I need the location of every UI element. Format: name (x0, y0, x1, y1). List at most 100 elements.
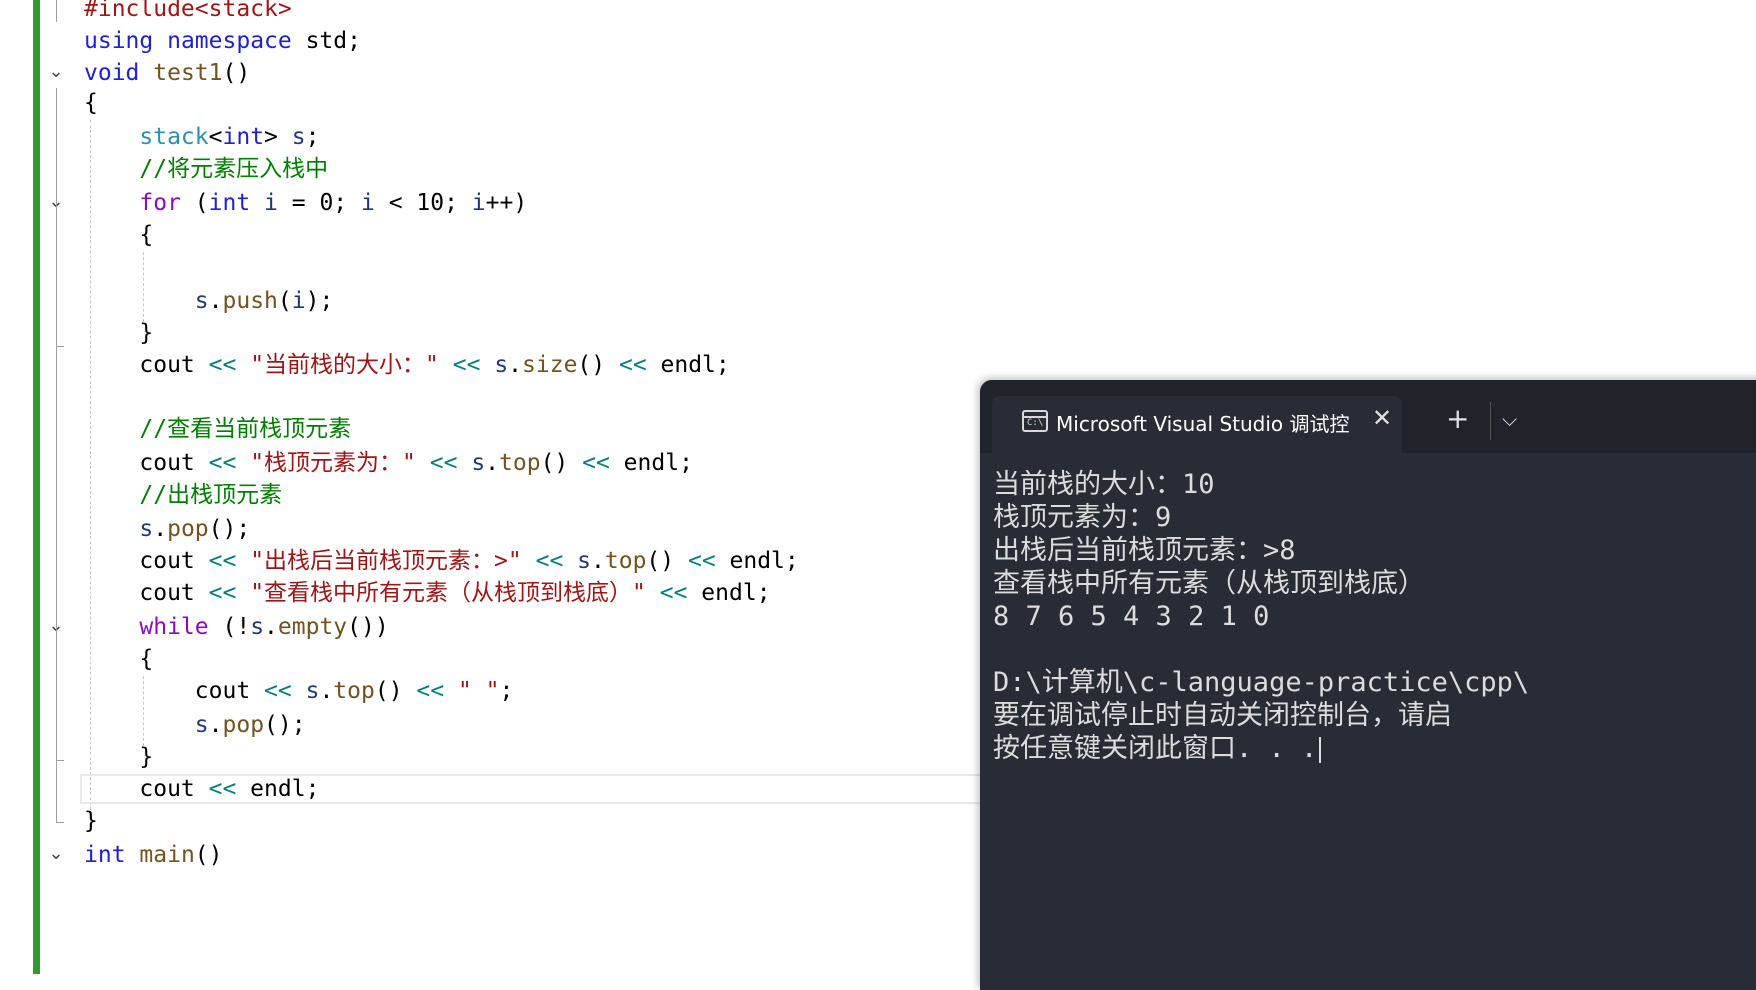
code-token: " " (457, 678, 500, 704)
code-token: . (319, 678, 334, 704)
code-line[interactable]: s.push(i); (84, 286, 334, 316)
code-token: << (618, 352, 647, 378)
code-token: //出栈顶元素 (139, 482, 283, 508)
code-token: s (194, 712, 209, 738)
code-token: size (522, 352, 578, 378)
code-line[interactable]: cout << "当前栈的大小：" << s.size() << endl; (84, 350, 729, 380)
code-token: << (208, 776, 237, 802)
code-token: endl; (687, 580, 771, 606)
code-token: while (139, 614, 209, 640)
code-line[interactable]: s.pop(); (84, 514, 250, 544)
fold-tick (56, 760, 64, 761)
fold-line (56, 0, 57, 22)
chevron-down-icon[interactable]: ⌵ (1502, 404, 1517, 434)
code-line[interactable]: cout << "栈顶元素为：" << s.top() << endl; (84, 448, 693, 478)
close-icon[interactable]: ✕ (1372, 404, 1392, 432)
code-line[interactable]: for (int i = 0; i < 10; i++) (84, 188, 527, 218)
code-token: . (264, 614, 278, 640)
code-token: s (494, 352, 509, 378)
code-token: . (508, 352, 523, 378)
code-line[interactable]: cout << s.top() << " "; (84, 676, 514, 706)
code-token: () (222, 60, 251, 86)
code-token: { (84, 222, 154, 248)
code-line[interactable]: while (!s.empty()) (84, 612, 389, 642)
code-line[interactable]: { (84, 644, 153, 674)
code-token: . (485, 450, 500, 476)
code-line[interactable]: { (84, 220, 153, 250)
code-token: s (139, 516, 154, 542)
code-token: cout (84, 776, 209, 802)
change-tracking-bar (33, 0, 40, 974)
console-icon: C:\ (1022, 410, 1048, 432)
code-token: top (333, 678, 375, 704)
code-line[interactable]: #include<stack> (84, 0, 292, 24)
code-line[interactable]: cout << "出栈后当前栈顶元素：>" << s.top() << endl… (84, 546, 798, 576)
code-token: #include<stack> (84, 0, 292, 22)
code-line[interactable]: int main() (84, 840, 223, 870)
code-token: < 10; (374, 190, 472, 216)
code-token: > (264, 124, 292, 150)
code-token: ++) (485, 190, 528, 216)
code-token: main (139, 842, 195, 868)
code-line[interactable]: stack<int> s; (84, 122, 319, 152)
code-line[interactable]: using namespace std; (84, 26, 361, 56)
terminal-line: 8 7 6 5 4 3 2 1 0 (993, 601, 1270, 632)
fold-line (56, 88, 57, 822)
code-token: () (540, 450, 583, 476)
code-token: pop (222, 712, 265, 738)
terminal-line: 要在调试停止时自动关闭控制台，请启 (993, 700, 1452, 731)
code-token: ()) (347, 614, 389, 640)
code-token: cout (84, 580, 209, 606)
code-line[interactable]: { (84, 88, 98, 118)
terminal-output[interactable]: 当前栈的大小：10 栈顶元素为：9 出栈后当前栈顶元素：>8 查看栈中所有元素（… (993, 468, 1529, 765)
code-token: for (139, 190, 181, 216)
code-token: test1 (153, 60, 223, 86)
code-token: cout (84, 352, 209, 378)
code-token: ( (180, 190, 209, 216)
text-cursor (1319, 736, 1322, 763)
code-token: s (250, 614, 265, 640)
code-token: "当前栈的大小：" (250, 352, 439, 378)
code-line[interactable]: } (84, 806, 98, 836)
code-line[interactable]: void test1() (84, 58, 250, 88)
code-line[interactable]: } (84, 318, 153, 348)
code-line[interactable]: s.pop(); (84, 710, 306, 740)
fold-chevron-down-icon[interactable]: ⌄ (46, 844, 66, 864)
code-token: cout (84, 678, 265, 704)
code-line[interactable]: cout << "查看栈中所有元素（从栈顶到栈底）" << endl; (84, 578, 771, 608)
code-line[interactable]: } (84, 742, 153, 772)
fold-chevron-down-icon[interactable]: ⌄ (46, 62, 66, 82)
code-token: << (535, 548, 564, 574)
code-line[interactable]: cout << endl; (84, 774, 319, 804)
code-line[interactable]: //将元素压入栈中 (84, 154, 328, 184)
plus-icon[interactable]: + (1446, 404, 1469, 434)
code-token: int (222, 124, 265, 150)
code-token: << (429, 450, 458, 476)
code-token: top (604, 548, 647, 574)
code-line[interactable]: //出栈顶元素 (84, 480, 282, 510)
debug-console-window[interactable]: C:\ Microsoft Visual Studio 调试控 ✕ + ⌵ 当前… (980, 380, 1756, 990)
code-token: << (582, 450, 610, 476)
code-line[interactable]: //查看当前栈顶元素 (84, 414, 351, 444)
code-token: int (208, 190, 251, 216)
code-token: i (471, 190, 486, 216)
code-token: . (208, 288, 223, 314)
code-token: ( (277, 288, 292, 314)
code-token: int (84, 842, 126, 868)
terminal-tab[interactable]: C:\ Microsoft Visual Studio 调试控 ✕ (992, 396, 1402, 453)
